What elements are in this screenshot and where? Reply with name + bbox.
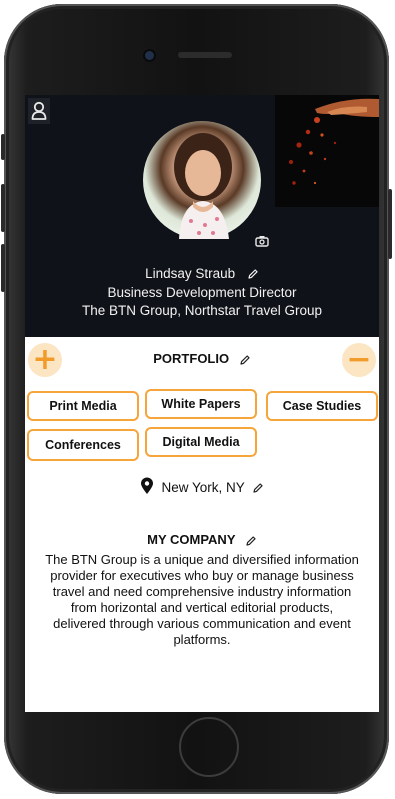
home-button[interactable] (179, 717, 239, 777)
portfolio-chip-print-media[interactable]: Print Media (27, 391, 139, 421)
pencil-icon[interactable] (239, 354, 251, 366)
speaker-grille (178, 52, 232, 58)
company-heading: MY COMPANY (147, 532, 236, 547)
profile-name: Lindsay Straub (145, 266, 236, 281)
camera-icon[interactable] (254, 234, 270, 248)
profile-company: The BTN Group, Northstar Travel Group (81, 303, 323, 318)
power-button (388, 189, 392, 259)
volume-up-button (1, 184, 5, 232)
portfolio-heading-row: PORTFOLIO (25, 351, 379, 366)
portfolio-chip-digital-media[interactable]: Digital Media (145, 427, 257, 457)
pencil-icon[interactable] (252, 482, 264, 494)
portfolio-heading: PORTFOLIO (153, 351, 230, 366)
location-text: New York, NY (161, 480, 245, 495)
portfolio-chip-white-papers[interactable]: White Papers (145, 389, 257, 419)
portfolio-chip-conferences[interactable]: Conferences (27, 429, 139, 461)
profile-job-title: Business Development Director (107, 285, 297, 300)
volume-down-button (1, 244, 5, 292)
cover-photo[interactable] (275, 95, 379, 207)
portfolio-chip-case-studies[interactable]: Case Studies (266, 391, 378, 421)
user-icon (31, 101, 47, 120)
profile-avatar[interactable] (143, 121, 261, 239)
company-heading-row: MY COMPANY (25, 532, 379, 547)
mute-switch (1, 134, 5, 160)
map-pin-icon (140, 477, 154, 498)
profile-name-row: Lindsay Straub (25, 266, 379, 282)
user-menu-button[interactable] (28, 98, 50, 124)
app-screen: Lindsay Straub Business Development Dire… (25, 95, 379, 712)
company-description: The BTN Group is a unique and diversifie… (45, 552, 359, 647)
profile-header: Lindsay Straub Business Development Dire… (25, 95, 379, 337)
front-camera (145, 51, 154, 60)
pencil-icon[interactable] (247, 268, 259, 280)
location-row: New York, NY (25, 477, 379, 498)
pencil-icon[interactable] (245, 535, 257, 547)
